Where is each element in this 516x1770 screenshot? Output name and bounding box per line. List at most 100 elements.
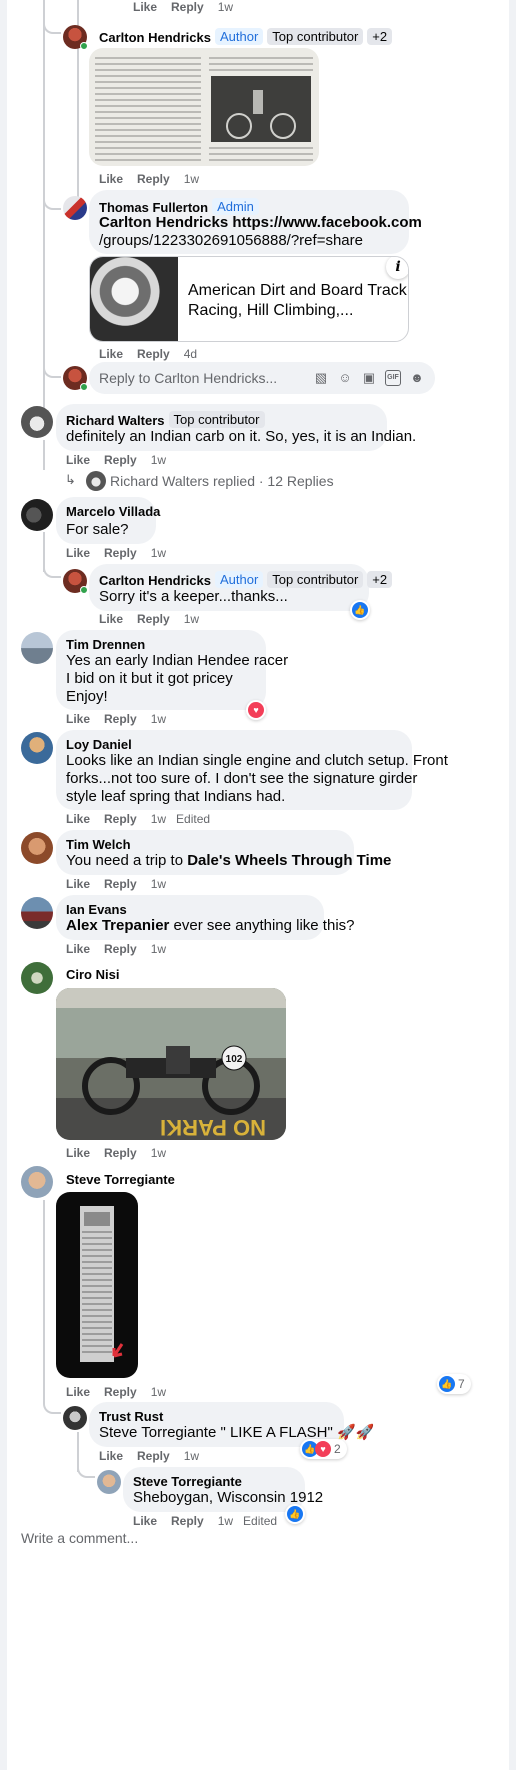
- newspaper-image[interactable]: [89, 48, 319, 166]
- comment-text-line: I bid on it but it got pricey: [66, 670, 233, 687]
- author-name[interactable]: Steve Torregiante: [133, 1474, 242, 1489]
- like-link[interactable]: Like: [66, 1385, 90, 1399]
- reply-link[interactable]: Reply: [171, 0, 204, 14]
- like-link[interactable]: Like: [133, 0, 157, 14]
- reaction-summary[interactable]: ♥: [246, 700, 266, 720]
- comment-text-line[interactable]: /groups/1223302691056888/?ref=share: [99, 231, 363, 251]
- reply-link[interactable]: Reply: [104, 712, 137, 726]
- author-name[interactable]: Marcelo Villada: [66, 504, 160, 519]
- comment-actions: Like Reply 1w: [99, 612, 209, 626]
- like-link[interactable]: Like: [66, 1146, 90, 1160]
- like-link[interactable]: Like: [66, 453, 90, 467]
- info-icon[interactable]: i: [386, 257, 408, 279]
- like-link[interactable]: Like: [66, 812, 90, 826]
- author-badge[interactable]: Author: [214, 28, 264, 45]
- reply-input[interactable]: Reply to Carlton Hendricks... ▧ ☺ ▣ GIF …: [89, 362, 435, 394]
- more-badges[interactable]: +2: [367, 28, 393, 45]
- author-name[interactable]: Tim Drennen: [66, 637, 145, 652]
- avatar[interactable]: [63, 1406, 87, 1430]
- reaction-summary[interactable]: 👍: [350, 600, 370, 620]
- timestamp[interactable]: 1w: [151, 942, 166, 956]
- reply-link[interactable]: Reply: [104, 812, 137, 826]
- like-link[interactable]: Like: [99, 172, 123, 186]
- reaction-summary[interactable]: 👍 ♥ 2: [300, 1439, 347, 1459]
- reply-link[interactable]: Reply: [104, 942, 137, 956]
- reply-link[interactable]: Reply: [137, 1449, 170, 1463]
- timestamp[interactable]: 4d: [184, 347, 197, 361]
- timestamp[interactable]: 1w: [151, 1146, 166, 1160]
- author-name[interactable]: Carlton Hendricks: [99, 30, 211, 45]
- avatar[interactable]: [21, 1166, 53, 1198]
- edited-label[interactable]: Edited: [243, 1514, 277, 1528]
- avatar[interactable]: [21, 732, 53, 764]
- timestamp[interactable]: 1w: [151, 812, 166, 826]
- avatar[interactable]: [63, 196, 87, 220]
- emoji-icon[interactable]: ☺: [337, 370, 353, 386]
- view-replies-link[interactable]: Richard Walters replied · 12 Replies: [110, 473, 334, 489]
- reply-arrow-icon: ↳: [65, 472, 76, 487]
- like-link[interactable]: Like: [99, 612, 123, 626]
- more-badges[interactable]: +2: [367, 571, 393, 588]
- mention-link[interactable]: Carlton Hendricks https://www.facebook.c…: [99, 214, 422, 231]
- avatar[interactable]: [21, 832, 53, 864]
- timestamp[interactable]: 1w: [151, 1385, 166, 1399]
- top-contributor-badge[interactable]: Top contributor: [267, 571, 364, 588]
- author-name[interactable]: Ian Evans: [66, 902, 127, 917]
- like-link[interactable]: Like: [133, 1514, 157, 1528]
- avatar[interactable]: [21, 406, 53, 438]
- reply-link[interactable]: Reply: [104, 1385, 137, 1399]
- reaction-summary[interactable]: 👍 7: [437, 1374, 471, 1394]
- gif-icon[interactable]: GIF: [385, 370, 401, 386]
- comments-panel: Like Reply 1w Carlton Hendricks Author Top c…: [7, 0, 509, 1770]
- motorcycle-photo[interactable]: NO PARKI 102: [56, 988, 286, 1140]
- timestamp[interactable]: 1w: [218, 1514, 233, 1528]
- reply-link[interactable]: Reply: [104, 877, 137, 891]
- edited-label[interactable]: Edited: [176, 812, 210, 826]
- mention-link[interactable]: Dale's Wheels Through Time: [187, 852, 391, 869]
- like-link[interactable]: Like: [66, 942, 90, 956]
- write-comment-input[interactable]: Write a comment...: [21, 1530, 138, 1546]
- author-name[interactable]: Trust Rust: [99, 1409, 163, 1424]
- reaction-summary[interactable]: 👍: [285, 1504, 305, 1524]
- author-name[interactable]: Steve Torregiante: [66, 1172, 175, 1187]
- mention-link[interactable]: Alex Trepanier: [66, 917, 169, 934]
- like-link[interactable]: Like: [66, 877, 90, 891]
- author-name[interactable]: Loy Daniel: [66, 737, 132, 752]
- reply-link[interactable]: Reply: [137, 347, 170, 361]
- timestamp[interactable]: 1w: [184, 1449, 199, 1463]
- timestamp[interactable]: 1w: [151, 453, 166, 467]
- avatar[interactable]: [97, 1470, 121, 1494]
- reply-link[interactable]: Reply: [104, 1146, 137, 1160]
- timestamp[interactable]: 1w: [151, 546, 166, 560]
- timestamp[interactable]: 1w: [184, 172, 199, 186]
- avatar[interactable]: [21, 632, 53, 664]
- timestamp[interactable]: 1w: [151, 877, 166, 891]
- newspaper-clipping-photo[interactable]: [56, 1192, 138, 1378]
- avatar[interactable]: [21, 499, 53, 531]
- link-preview-card[interactable]: American Dirt and Board Track Racing, Hi…: [89, 256, 409, 342]
- avatar[interactable]: [21, 897, 53, 929]
- timestamp[interactable]: 1w: [218, 0, 233, 14]
- author-badge[interactable]: Author: [214, 571, 264, 588]
- top-contributor-badge[interactable]: Top contributor: [267, 28, 364, 45]
- reply-link[interactable]: Reply: [171, 1514, 204, 1528]
- avatar-sticker-icon[interactable]: ☻: [409, 370, 425, 386]
- like-link[interactable]: Like: [66, 546, 90, 560]
- author-name[interactable]: Richard Walters: [66, 413, 165, 428]
- reply-link[interactable]: Reply: [137, 172, 170, 186]
- like-link[interactable]: Like: [99, 347, 123, 361]
- timestamp[interactable]: 1w: [151, 712, 166, 726]
- author-name[interactable]: Carlton Hendricks: [99, 573, 211, 588]
- reply-link[interactable]: Reply: [104, 453, 137, 467]
- author-name[interactable]: Tim Welch: [66, 837, 131, 852]
- like-link[interactable]: Like: [99, 1449, 123, 1463]
- like-link[interactable]: Like: [66, 712, 90, 726]
- top-contributor-badge[interactable]: Top contributor: [168, 411, 265, 428]
- avatar[interactable]: [21, 962, 53, 994]
- reply-link[interactable]: Reply: [137, 612, 170, 626]
- camera-icon[interactable]: ▣: [361, 370, 377, 386]
- reply-link[interactable]: Reply: [104, 546, 137, 560]
- author-name[interactable]: Ciro Nisi: [66, 967, 119, 982]
- timestamp[interactable]: 1w: [184, 612, 199, 626]
- sticker-icon[interactable]: ▧: [313, 370, 329, 386]
